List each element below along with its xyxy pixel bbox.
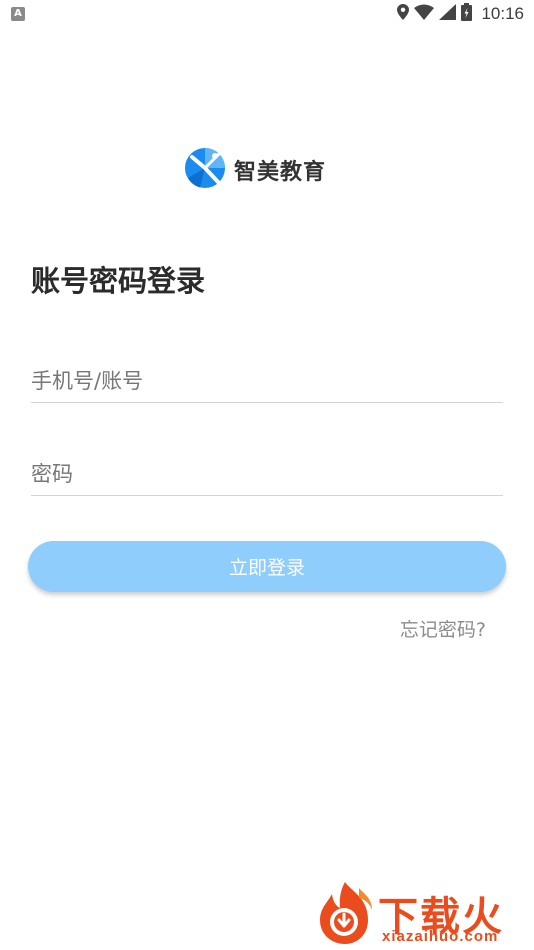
notification-icon: A	[11, 7, 25, 21]
password-field	[31, 453, 503, 496]
logo-mark-icon	[184, 147, 226, 193]
flame-logo-icon	[314, 880, 376, 950]
logo-name: 智美教育	[234, 160, 327, 185]
status-time: 10:16	[481, 4, 524, 23]
wifi-icon	[414, 4, 435, 24]
page-title: 账号密码登录	[31, 264, 206, 298]
signal-icon	[439, 4, 457, 24]
account-field	[31, 360, 503, 403]
watermark: 下载火 xiazaihuo.com	[314, 880, 530, 948]
app-logo: 智美教育	[184, 147, 326, 193]
status-icons: 10:16	[397, 3, 524, 25]
login-button[interactable]: 立即登录	[28, 541, 506, 592]
status-bar: A 10:16	[0, 0, 534, 28]
password-input[interactable]	[31, 453, 503, 495]
battery-icon	[461, 3, 473, 25]
account-input[interactable]	[31, 360, 503, 402]
location-icon	[397, 4, 410, 24]
watermark-subtitle: xiazaihuo.com	[382, 928, 499, 945]
forgot-password-link[interactable]: 忘记密码?	[400, 615, 486, 642]
